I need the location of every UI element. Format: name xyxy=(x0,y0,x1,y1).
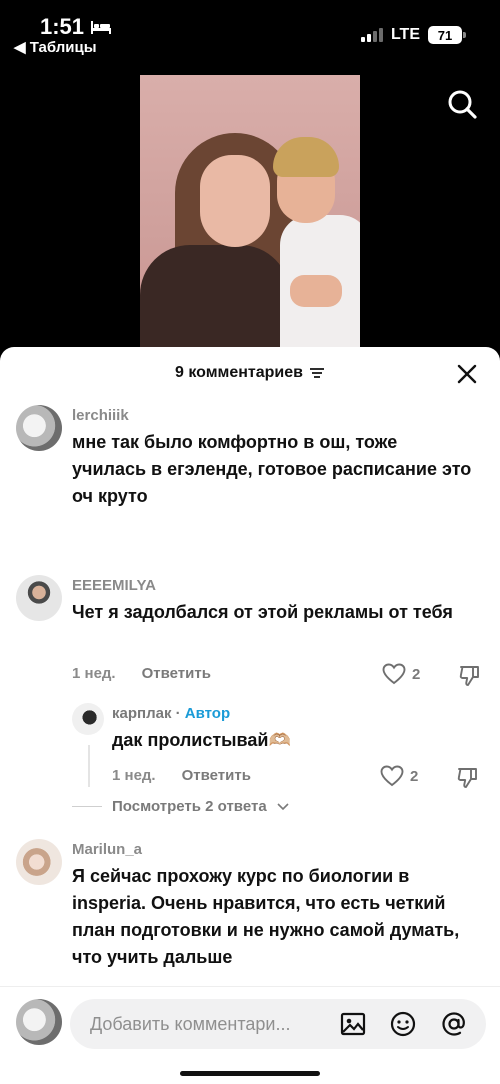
comment-text: мне так было комфортно в ош, тоже училас… xyxy=(72,432,472,506)
heart-icon xyxy=(382,663,406,685)
video-preview[interactable] xyxy=(140,75,360,360)
emoji-icon[interactable] xyxy=(389,1010,417,1038)
image-icon[interactable] xyxy=(339,1010,367,1038)
bed-icon xyxy=(91,21,112,34)
comment-input-wrapper xyxy=(70,999,486,1049)
reply-time: 1 нед. xyxy=(112,767,156,784)
thread-dash xyxy=(72,806,102,807)
comments-count-title: 9 комментариев xyxy=(174,364,303,381)
like-count: 2 xyxy=(410,767,419,785)
comments-header: 9 комментариев xyxy=(0,347,500,399)
thumbs-down-icon[interactable] xyxy=(456,765,480,789)
heart-icon xyxy=(380,765,404,787)
status-right: LTE 71 xyxy=(360,26,466,44)
view-more-replies[interactable]: Посмотреть 2 ответа xyxy=(72,798,289,815)
comment-composer xyxy=(0,986,500,1084)
like-button[interactable]: 2 xyxy=(380,765,418,787)
video-figure xyxy=(290,275,342,307)
home-indicator xyxy=(180,1071,320,1076)
at-icon[interactable] xyxy=(440,1010,468,1038)
back-to-app-label: ◀ Таблицы xyxy=(14,39,97,56)
author-separator: · xyxy=(171,705,185,722)
comments-sheet: 9 комментариев lerchiiik мне так было ко… xyxy=(0,347,500,1084)
status-bar: 1:51 ◀ Таблицы LTE 71 xyxy=(0,0,500,62)
avatar[interactable] xyxy=(72,703,104,735)
battery-icon: 71 xyxy=(428,26,466,44)
video-figure xyxy=(140,245,290,360)
comment-username[interactable]: Marilun_a xyxy=(72,841,142,858)
reply-username-group: карплак · Автор xyxy=(112,705,230,722)
back-to-app-link[interactable]: ◀ Таблицы xyxy=(14,38,97,56)
status-time: 1:51 xyxy=(40,14,85,39)
video-figure xyxy=(200,155,270,247)
avatar[interactable] xyxy=(16,575,62,621)
network-type: LTE xyxy=(390,26,420,43)
comment-text: Чет я задолбался от этой рекламы от тебя xyxy=(72,602,453,622)
sort-filter-icon[interactable] xyxy=(309,367,325,379)
view-more-replies-label: Посмотреть 2 ответа xyxy=(112,798,267,815)
reply-username[interactable]: карплак xyxy=(112,705,171,722)
reply-button[interactable]: Ответить xyxy=(182,767,251,784)
chevron-down-icon xyxy=(277,802,289,810)
comment-time: 1 нед. xyxy=(72,665,116,682)
comments-title-group[interactable]: 9 комментариев xyxy=(175,364,325,382)
like-button[interactable]: 2 xyxy=(382,663,420,685)
video-figure xyxy=(273,137,339,177)
comment-username[interactable]: lerchiiik xyxy=(72,407,129,424)
author-badge: Автор xyxy=(184,705,231,722)
thumbs-down-icon[interactable] xyxy=(458,663,482,687)
comment-input[interactable] xyxy=(90,999,330,1049)
search-icon[interactable] xyxy=(446,88,478,120)
signal-icon xyxy=(360,28,383,42)
battery-level: 71 xyxy=(437,27,453,43)
like-count: 2 xyxy=(412,665,421,683)
avatar[interactable] xyxy=(16,999,62,1045)
thread-line xyxy=(88,745,90,787)
reply-button[interactable]: Ответить xyxy=(142,665,211,682)
reply-text: дак пролистывай🫶🏼 xyxy=(112,730,291,750)
avatar[interactable] xyxy=(16,839,62,885)
comment-username[interactable]: EEEEMILYA xyxy=(72,577,156,594)
avatar[interactable] xyxy=(16,405,62,451)
status-time-group: 1:51 xyxy=(40,14,112,40)
comment-text: Я сейчас прохожу курс по биологии в insp… xyxy=(72,866,460,967)
reply-meta: 1 нед. Ответить xyxy=(112,767,251,784)
close-icon[interactable] xyxy=(456,363,478,385)
comment-meta: 1 нед. Ответить xyxy=(72,665,211,682)
